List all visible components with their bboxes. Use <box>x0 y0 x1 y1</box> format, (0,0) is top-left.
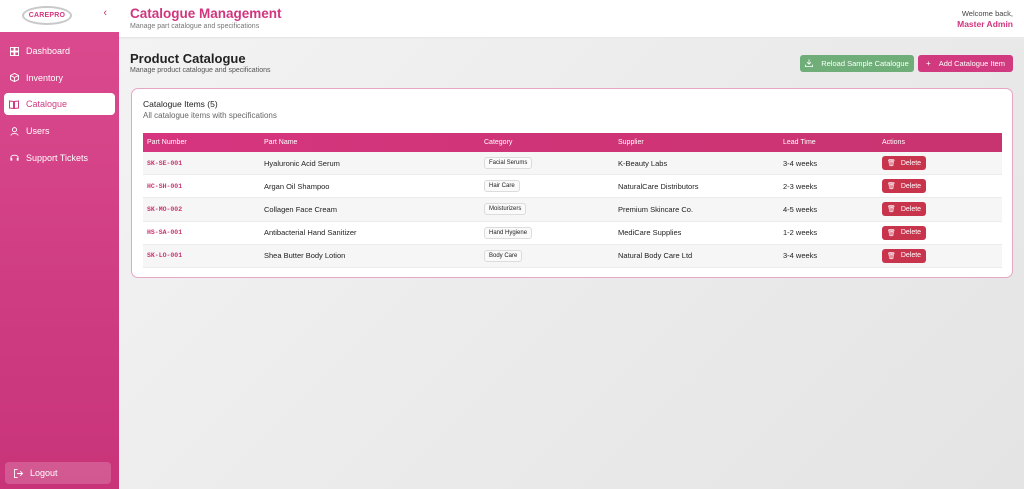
sidebar-item-catalogue[interactable]: Catalogue <box>4 93 115 116</box>
book-icon <box>9 99 19 109</box>
trash-icon: 🗑 <box>886 183 896 191</box>
part-name: Antibacterial Hand Sanitizer <box>264 228 357 238</box>
sidebar-item-label: Catalogue <box>26 99 68 110</box>
delete-label: Delete <box>900 229 922 237</box>
reload-button-label: Reload Sample Catalogue <box>821 59 909 68</box>
sidebar-item-label: Dashboard <box>26 46 71 56</box>
category-badge: Facial Serums <box>484 157 533 170</box>
supplier: K-Beauty Labs <box>618 158 668 168</box>
delete-button[interactable]: 🗑 Delete <box>882 248 926 263</box>
delete-button[interactable]: 🗑 Delete <box>882 156 926 171</box>
delete-button[interactable]: 🗑 Delete <box>882 179 926 194</box>
catalogue-subtitle: All catalogue items with specifications <box>143 111 277 120</box>
part-number: SK-MO-002 <box>147 205 183 213</box>
welcome-text: Welcome back, <box>961 9 1013 18</box>
add-catalogue-item-button[interactable]: + Add Catalogue Item <box>918 55 1013 72</box>
supplier: Premium Skincare Co. <box>618 204 694 214</box>
trash-icon: 🗑 <box>886 206 896 214</box>
logout-icon <box>13 468 23 478</box>
sidebar: CAREPRO ‹ Dashboard Inventory Catalogue <box>0 0 119 489</box>
col-actions: Actions <box>882 139 905 146</box>
delete-button[interactable]: 🗑 Delete <box>882 202 926 217</box>
catalogue-title: Catalogue Items (5) <box>143 99 218 109</box>
table-row: HC-SH-001 Argan Oil Shampoo Hair Care Na… <box>143 175 1002 199</box>
table-row: SK-LO-001 Shea Butter Body Lotion Body C… <box>143 244 1002 268</box>
logout-button[interactable]: Logout <box>5 462 111 484</box>
delete-label: Delete <box>900 182 922 190</box>
col-lead-time: Lead Time <box>783 139 816 146</box>
part-name: Hyaluronic Acid Serum <box>264 158 340 168</box>
col-part-name: Part Name <box>264 139 298 146</box>
plus-icon: + <box>926 59 931 68</box>
page-title: Product Catalogue <box>130 51 246 66</box>
main-content: Product Catalogue Manage product catalog… <box>119 39 1024 489</box>
header-subtitle: Manage part catalogue and specifications <box>130 23 260 30</box>
lead-time: 2-3 weeks <box>783 181 818 191</box>
trash-icon: 🗑 <box>886 160 896 168</box>
part-number: SK-LO-001 <box>147 252 183 260</box>
sidebar-item-inventory[interactable]: Inventory <box>4 67 115 89</box>
catalogue-table: Part Number Part Name Category Supplier … <box>143 133 1002 268</box>
reload-catalogue-button[interactable]: Reload Sample Catalogue <box>800 55 914 72</box>
part-name: Shea Butter Body Lotion <box>264 251 346 261</box>
col-supplier: Supplier <box>618 139 644 146</box>
part-number: SK-SE-001 <box>147 159 183 167</box>
col-part-number: Part Number <box>147 139 187 146</box>
sidebar-item-users[interactable]: Users <box>4 120 115 142</box>
sidebar-item-label: Users <box>26 126 50 137</box>
user-icon <box>9 126 19 136</box>
trash-icon: 🗑 <box>886 229 896 237</box>
supplier: Natural Body Care Ltd <box>618 251 693 261</box>
top-header: Catalogue Management Manage part catalog… <box>119 0 1024 38</box>
part-name: Argan Oil Shampoo <box>264 181 330 191</box>
lead-time: 3-4 weeks <box>783 158 818 168</box>
table-row: SK-SE-001 Hyaluronic Acid Serum Facial S… <box>143 152 1002 176</box>
col-category: Category <box>484 139 513 146</box>
download-icon <box>805 58 814 69</box>
headset-icon <box>9 153 19 163</box>
dashboard-icon <box>9 46 19 56</box>
table-row: HS-SA-001 Antibacterial Hand Sanitizer H… <box>143 222 1002 245</box>
part-number: HC-SH-001 <box>147 182 183 190</box>
add-button-label: Add Catalogue Item <box>938 59 1005 68</box>
box-icon <box>9 73 19 83</box>
carepro-logo: CAREPRO <box>22 6 72 25</box>
supplier: NaturalCare Distributors <box>618 181 699 191</box>
logout-label: Logout <box>30 468 58 478</box>
sidebar-item-label: Inventory <box>26 72 64 83</box>
delete-button[interactable]: 🗑 Delete <box>882 225 926 240</box>
catalogue-card: Catalogue Items (5) All catalogue items … <box>131 88 1013 278</box>
category-badge: Body Care <box>484 249 523 262</box>
chevron-left-icon[interactable]: ‹ <box>103 7 107 19</box>
part-number: HS-SA-001 <box>147 229 183 237</box>
trash-icon: 🗑 <box>886 252 896 260</box>
category-badge: Hair Care <box>484 180 520 193</box>
delete-label: Delete <box>900 252 922 260</box>
lead-time: 4-5 weeks <box>783 204 818 214</box>
header-title: Catalogue Management <box>130 6 282 21</box>
table-row: SK-MO-002 Collagen Face Cream Moisturize… <box>143 198 1002 222</box>
part-name: Collagen Face Cream <box>264 204 337 214</box>
sidebar-item-support-tickets[interactable]: Support Tickets <box>4 147 115 169</box>
delete-label: Delete <box>900 205 922 213</box>
delete-label: Delete <box>900 159 922 167</box>
logo-area: CAREPRO ‹ <box>0 0 119 32</box>
category-badge: Hand Hygiene <box>484 226 533 239</box>
lead-time: 3-4 weeks <box>783 251 818 261</box>
logo-text: CAREPRO <box>28 12 66 19</box>
page-subtitle: Manage product catalogue and specificati… <box>130 67 271 74</box>
supplier: MediCare Supplies <box>618 228 682 238</box>
category-badge: Moisturizers <box>484 203 527 216</box>
lead-time: 1-2 weeks <box>783 228 818 238</box>
table-header: Part Number Part Name Category Supplier … <box>143 133 1002 152</box>
sidebar-item-dashboard[interactable]: Dashboard <box>4 40 115 62</box>
sidebar-nav: Dashboard Inventory Catalogue Users Supp… <box>0 32 119 169</box>
user-name[interactable]: Master Admin <box>957 19 1013 29</box>
sidebar-item-label: Support Tickets <box>26 152 89 163</box>
